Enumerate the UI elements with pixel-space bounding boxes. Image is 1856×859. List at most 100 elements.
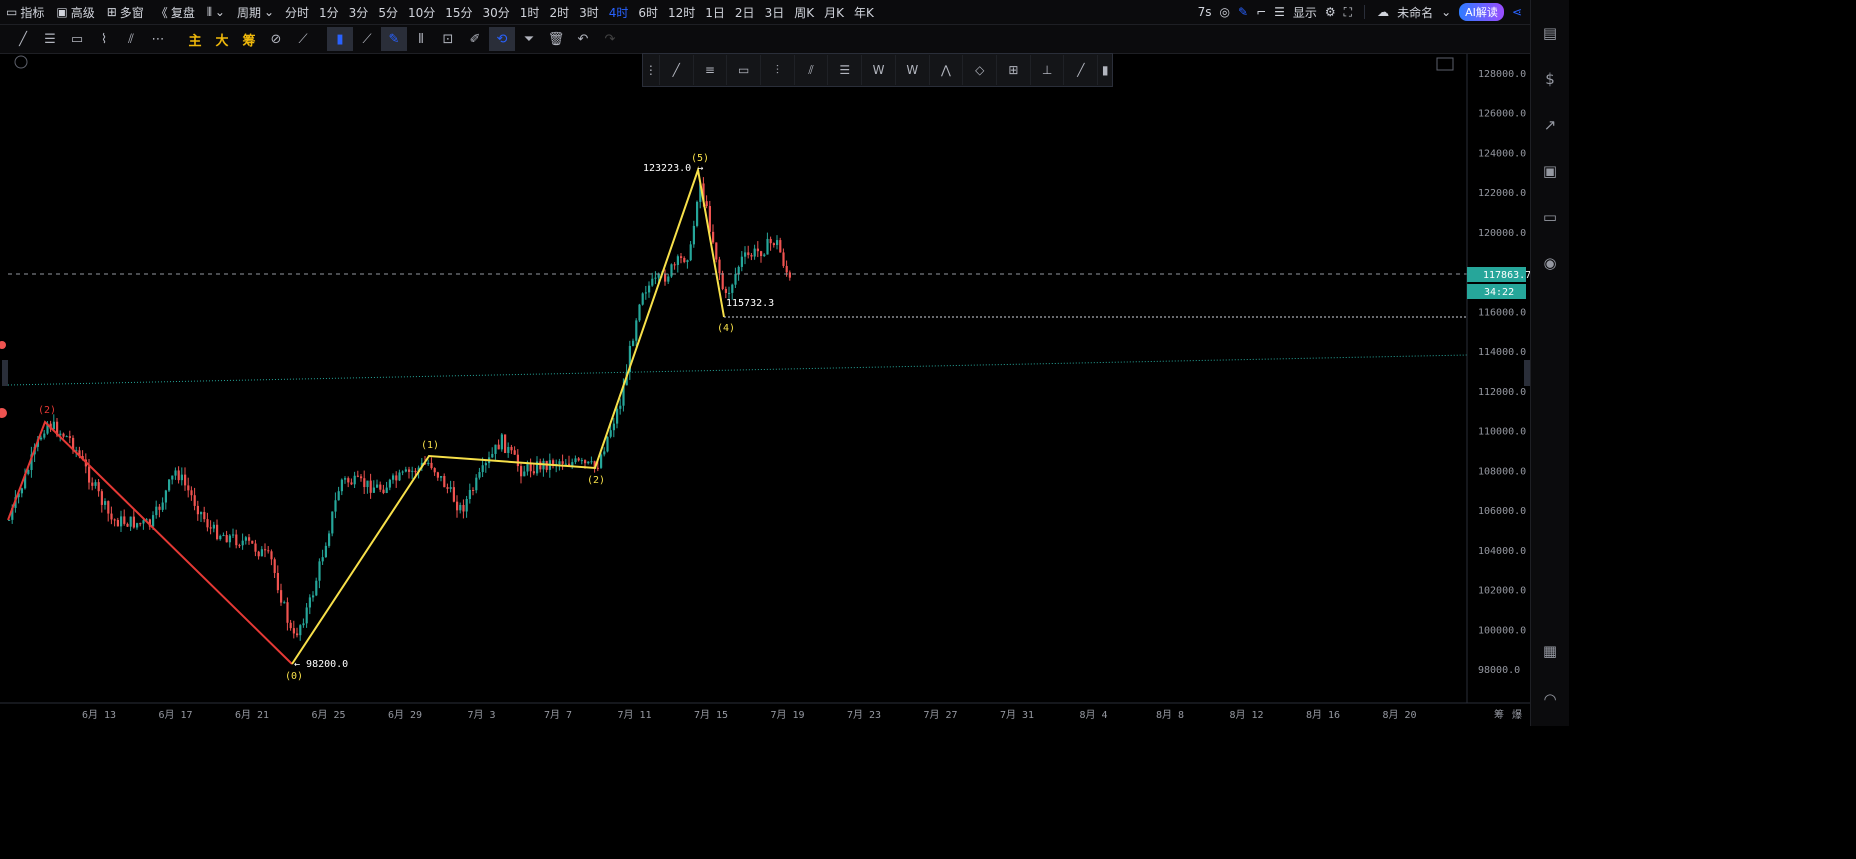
- period-15[interactable]: 3日: [760, 0, 790, 24]
- rectangle-icon[interactable]: ▭: [64, 27, 90, 51]
- candle-body: [526, 463, 529, 472]
- list-icon[interactable]: ☰: [1274, 5, 1285, 19]
- period-1[interactable]: 1分: [314, 0, 344, 24]
- candle-body: [558, 461, 561, 465]
- pen-icon[interactable]: ✎: [1238, 5, 1248, 19]
- candle-body: [264, 549, 267, 551]
- period-17[interactable]: 月K: [819, 0, 849, 24]
- screenshot-corner-icon[interactable]: [1436, 57, 1454, 71]
- left-scroll-handle[interactable]: [2, 360, 8, 386]
- period-12[interactable]: 12时: [663, 0, 700, 24]
- lock-icon[interactable]: ⊡: [435, 27, 461, 51]
- period-10[interactable]: 4时: [604, 0, 634, 24]
- right-scroll-handle[interactable]: [1524, 360, 1530, 386]
- share-icon[interactable]: ⋖: [1512, 5, 1522, 19]
- pattern-icon[interactable]: ⌇: [91, 27, 117, 51]
- price-axis[interactable]: 128000.0 126000.0 124000.0 122000.0 120000.0…: [1478, 69, 1526, 676]
- period-8[interactable]: 2时: [544, 0, 574, 24]
- more-icon[interactable]: ⋯: [145, 27, 171, 51]
- fullscreen-icon[interactable]: ⛶: [1344, 5, 1352, 20]
- price-tick: 124000.0: [1478, 148, 1526, 159]
- candle-body: [68, 436, 71, 438]
- chart-type-button[interactable]: ⫴ ⌄: [201, 0, 231, 24]
- candle-body: [715, 242, 718, 260]
- collapse-chart-icon[interactable]: [14, 55, 28, 69]
- indicators-button[interactable]: ▭ 指标: [0, 0, 50, 24]
- main-indicator-button[interactable]: 主: [182, 27, 208, 51]
- camera-icon[interactable]: ◎: [1220, 5, 1230, 19]
- layout-panel-icon[interactable]: ▦: [1531, 628, 1569, 674]
- candle-body: [750, 255, 753, 257]
- period-dropdown[interactable]: 周期 ⌄: [231, 0, 280, 24]
- candle-body: [657, 274, 660, 278]
- alert-marker[interactable]: [0, 408, 7, 418]
- magnet-icon[interactable]: ⟲: [489, 27, 515, 51]
- period-3[interactable]: 5分: [373, 0, 403, 24]
- price-chart[interactable]: (2) (0) (1) (2) (5) (4) 123223.0 → ← 982…: [0, 54, 1530, 726]
- period-0[interactable]: 分时: [280, 0, 314, 24]
- period-6[interactable]: 30分: [478, 0, 515, 24]
- date-axis[interactable]: 6月 13 6月 17 6月 21 6月 25 6月 29 7月 3 7月 7 7月 11 7月…: [82, 709, 1417, 721]
- signal-icon[interactable]: ◉: [1531, 240, 1569, 286]
- price-tick: 116000.0: [1478, 307, 1526, 318]
- period-7[interactable]: 1时: [515, 0, 545, 24]
- alert-marker[interactable]: [0, 341, 6, 349]
- period-4[interactable]: 10分: [403, 0, 440, 24]
- headset-icon[interactable]: ◠: [1531, 676, 1569, 722]
- candle-body: [43, 433, 46, 438]
- period-13[interactable]: 1日: [700, 0, 730, 24]
- bars-icon[interactable]: ⫴: [408, 27, 434, 51]
- period-2[interactable]: 3分: [344, 0, 374, 24]
- period-9[interactable]: 3时: [574, 0, 604, 24]
- fib-icon[interactable]: ⫽: [118, 27, 144, 51]
- settings-icon[interactable]: ⚙: [1325, 5, 1336, 19]
- chip-button[interactable]: 筹: [236, 27, 262, 51]
- candle-body: [232, 534, 235, 536]
- multiwindow-button[interactable]: ⊞ 多窗: [101, 0, 150, 24]
- trash-icon[interactable]: 🗑: [543, 27, 569, 51]
- period-5[interactable]: 15分: [440, 0, 477, 24]
- redo-icon[interactable]: ↷: [597, 27, 623, 51]
- compare-icon[interactable]: ⊘: [263, 27, 289, 51]
- candle-body: [296, 633, 299, 636]
- yellow-wave-line[interactable]: [291, 166, 725, 665]
- candle-body: [580, 460, 583, 462]
- drawing-toolbar: ╱ ☰ ▭ ⌇ ⫽ ⋯ 主 大 筹 ⊘ ⟋ ▮ ⟋ ✎ ⫴ ⊡ ✐ ⟲ ⏷ 🗑 …: [0, 25, 1530, 54]
- period-16[interactable]: 周K: [789, 0, 819, 24]
- period-14[interactable]: 2日: [730, 0, 760, 24]
- display-button[interactable]: 显示: [1293, 4, 1317, 21]
- undo-icon[interactable]: ↶: [570, 27, 596, 51]
- axis-corner-label[interactable]: 筹: [1494, 708, 1504, 721]
- bookmark-icon[interactable]: ▮: [327, 27, 353, 51]
- replay-button[interactable]: 《复盘: [150, 0, 201, 24]
- wave-label: (2): [587, 475, 605, 486]
- candle-body: [603, 451, 606, 455]
- layout-icon[interactable]: ⌐: [1256, 5, 1266, 19]
- document-icon[interactable]: ▤: [1531, 10, 1569, 56]
- candle-body: [747, 252, 750, 256]
- monitor-icon[interactable]: ▣: [1531, 148, 1569, 194]
- candle-body: [94, 482, 97, 486]
- horizontal-lines-icon[interactable]: ☰: [37, 27, 63, 51]
- period-11[interactable]: 6时: [633, 0, 663, 24]
- candle-body: [136, 523, 139, 528]
- layout-name[interactable]: 未命名: [1397, 4, 1433, 21]
- trend-line[interactable]: [7, 354, 1468, 386]
- trendline-icon[interactable]: ╱: [10, 27, 36, 51]
- ruler-icon[interactable]: ⟋: [354, 27, 380, 51]
- eraser-icon[interactable]: ⟋: [290, 27, 316, 51]
- axis-corner-label[interactable]: 爆: [1512, 709, 1522, 721]
- dollar-icon[interactable]: $: [1531, 56, 1569, 102]
- candle-body: [443, 476, 446, 488]
- card-icon[interactable]: ▭: [1531, 194, 1569, 240]
- brush-icon[interactable]: ✎: [381, 27, 407, 51]
- period-18[interactable]: 年K: [849, 0, 879, 24]
- edit-icon[interactable]: ✐: [462, 27, 488, 51]
- candle-body: [664, 273, 667, 282]
- filter-icon[interactable]: ⏷: [516, 27, 542, 51]
- candle-body: [491, 453, 494, 458]
- chart-up-icon[interactable]: ↗: [1531, 102, 1569, 148]
- ai-button[interactable]: AI解读: [1459, 3, 1504, 21]
- big-button[interactable]: 大: [209, 27, 235, 51]
- advanced-button[interactable]: ▣ 高级: [50, 0, 100, 24]
